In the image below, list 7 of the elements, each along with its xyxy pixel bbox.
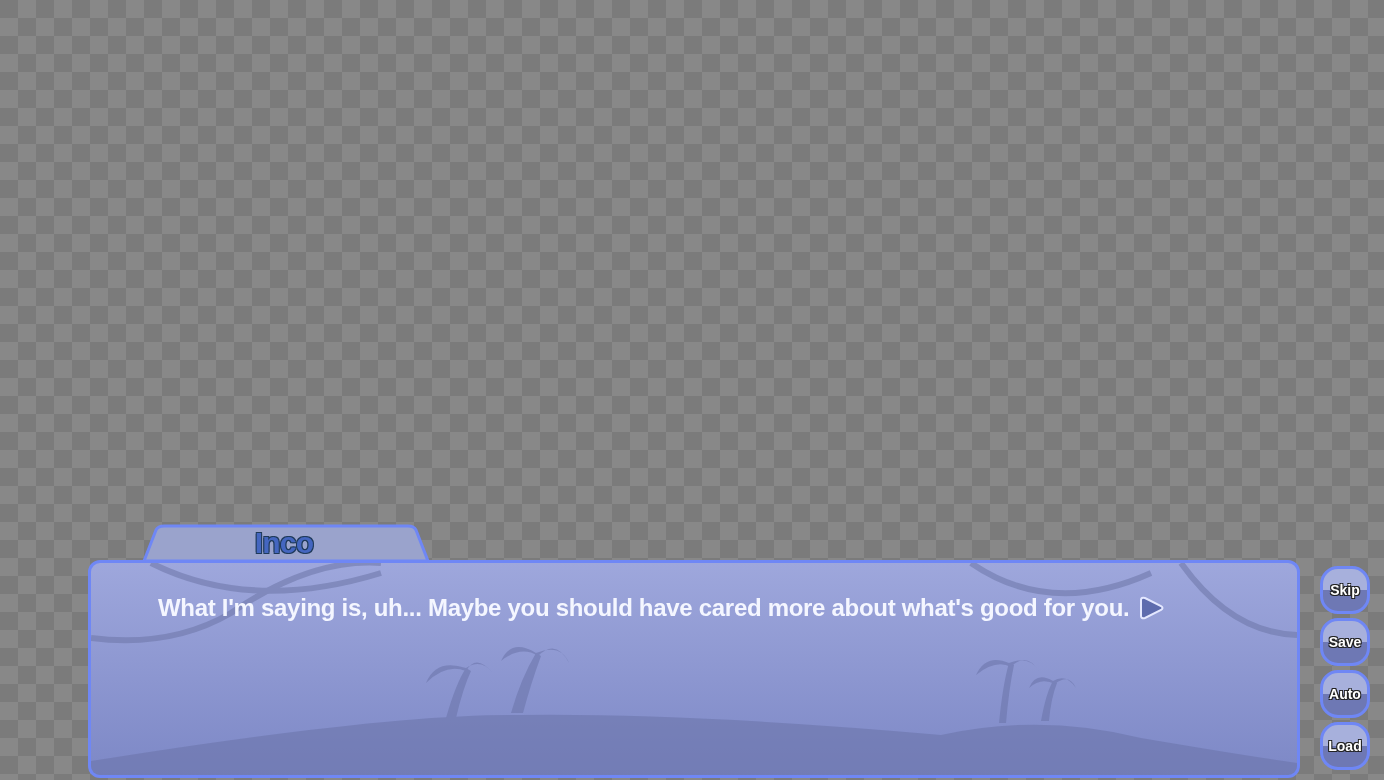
quick-menu-button[interactable]: Skip — [1320, 566, 1370, 614]
quick-menu-button[interactable]: Auto — [1320, 670, 1370, 718]
continue-arrow-icon[interactable] — [1137, 596, 1166, 620]
speaker-name: Inco — [254, 527, 315, 558]
quick-menu-button[interactable]: Save — [1320, 618, 1370, 666]
quick-menu-button[interactable]: Load — [1320, 722, 1370, 770]
dialogue-text: What I'm saying is, uh... Maybe you should have cared more about what's good for you. — [158, 596, 1130, 620]
